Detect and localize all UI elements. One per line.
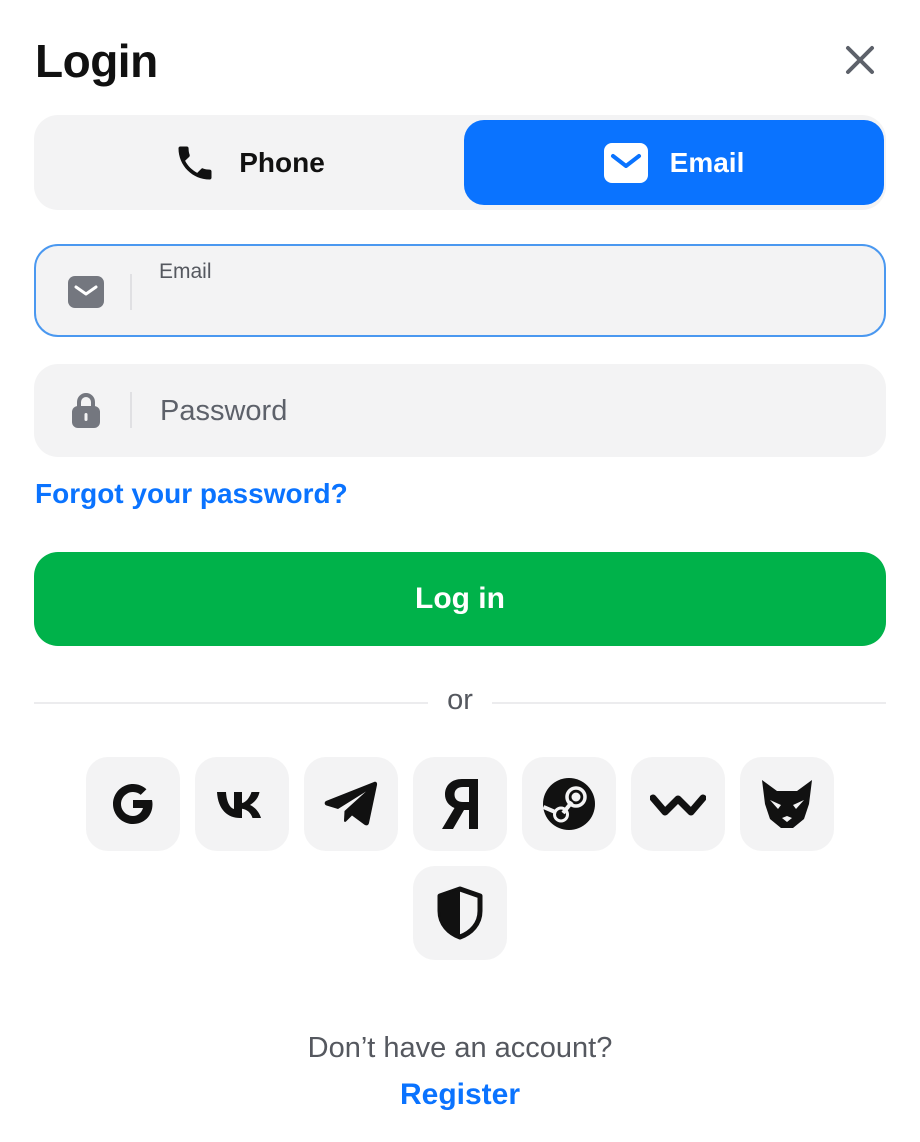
steam-login-button[interactable] [522, 757, 616, 851]
walletconnect-icon [650, 794, 706, 816]
login-button[interactable]: Log in [34, 552, 886, 646]
email-field[interactable]: Email [34, 244, 886, 337]
dialog-title: Login [35, 35, 158, 87]
google-icon [113, 784, 153, 824]
close-icon [846, 46, 874, 74]
email-input[interactable] [159, 290, 863, 328]
email-field-label: Email [159, 260, 212, 283]
separator-line-left [34, 702, 428, 704]
email-field-icon-wrap [68, 274, 104, 310]
password-field-divider [130, 392, 132, 428]
yandex-icon [442, 779, 478, 829]
tab-email-label: Email [669, 146, 745, 178]
metamask-icon [762, 780, 812, 828]
yandex-login-button[interactable] [413, 757, 507, 851]
password-field-icon-wrap [68, 392, 104, 428]
shield-icon [437, 886, 483, 940]
separator-line-right [492, 702, 886, 704]
google-login-button[interactable] [86, 757, 180, 851]
mail-icon [603, 142, 648, 183]
email-field-divider [130, 274, 132, 310]
phone-icon [178, 146, 212, 179]
mail-icon [68, 276, 104, 308]
steam-icon [542, 778, 595, 830]
metamask-login-button[interactable] [740, 757, 834, 851]
password-field[interactable] [34, 364, 886, 457]
vk-login-button[interactable] [195, 757, 289, 851]
tab-phone-label: Phone [239, 146, 325, 178]
forgot-password-link[interactable]: Forgot your password? [35, 478, 348, 510]
separator-text: or [447, 684, 473, 716]
vk-icon [217, 792, 261, 818]
login-dialog: Login Phone Email Email Forgot your pass… [0, 0, 920, 1142]
lock-icon [72, 393, 100, 428]
close-button[interactable] [838, 38, 882, 82]
tab-phone[interactable]: Phone [39, 120, 459, 205]
or-separator: or [34, 684, 886, 724]
no-account-text: Don’t have an account? [307, 1032, 613, 1064]
telegram-login-button[interactable] [304, 757, 398, 851]
tab-email[interactable]: Email [464, 120, 884, 205]
telegram-icon [324, 781, 378, 826]
login-method-tabs: Phone Email [34, 115, 886, 210]
walletconnect-login-button[interactable] [631, 757, 725, 851]
password-input[interactable] [158, 384, 862, 438]
register-link[interactable]: Register [0, 1078, 920, 1112]
shield-login-button[interactable] [413, 866, 507, 960]
